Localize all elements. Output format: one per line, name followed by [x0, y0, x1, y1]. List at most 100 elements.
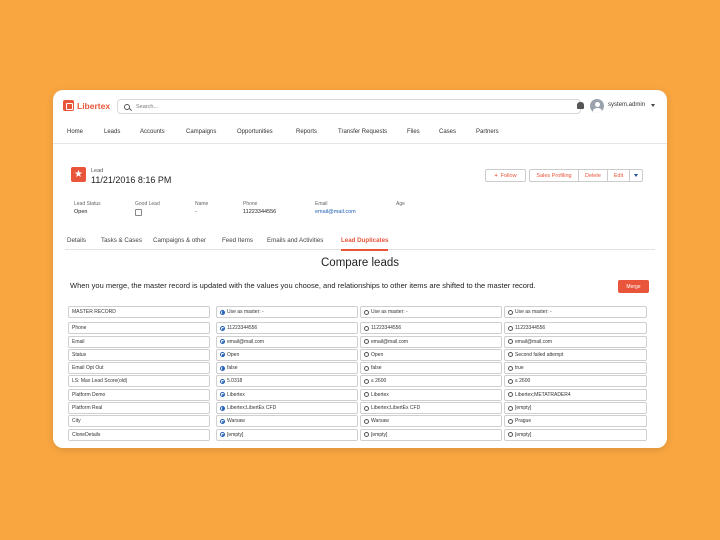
nav-item-accounts[interactable]: Accounts [140, 129, 165, 135]
radio-button[interactable] [364, 339, 369, 345]
delete-button[interactable]: Delete [578, 169, 608, 182]
radio-button[interactable] [364, 365, 369, 371]
avatar[interactable] [590, 99, 604, 113]
value-option[interactable]: ≤ 2600 [360, 375, 502, 388]
value-option[interactable]: email@mail.com [360, 335, 502, 348]
radio-button[interactable] [220, 352, 225, 358]
chevron-down-icon[interactable] [651, 104, 655, 107]
nav-item-files[interactable]: Files [407, 129, 420, 135]
value-text: Use as master: - [227, 309, 264, 315]
value-option[interactable]: email@mail.com [504, 335, 647, 348]
nav-item-reports[interactable]: Reports [296, 129, 317, 135]
radio-button[interactable] [220, 418, 225, 424]
sales-profiling-button[interactable]: Sales Profiling [529, 169, 579, 182]
value-option[interactable]: false [216, 362, 358, 375]
tab-feed-items[interactable]: Feed Items [222, 237, 253, 244]
lead-status-label: Lead Status [74, 201, 101, 207]
radio-button[interactable] [508, 309, 513, 315]
radio-button[interactable] [220, 392, 225, 398]
nav-item-opportunities[interactable]: Opportunities [237, 129, 273, 135]
phone-label: Phone [243, 201, 258, 207]
value-option[interactable]: [empty] [360, 428, 502, 441]
value-option[interactable]: true [504, 362, 647, 375]
value-option[interactable]: 11223344556 [216, 322, 358, 335]
radio-button[interactable] [508, 418, 513, 424]
radio-button[interactable] [508, 432, 513, 438]
merge-button[interactable]: Merge [618, 280, 649, 293]
radio-button[interactable] [220, 432, 225, 438]
nav-item-partners[interactable]: Partners [476, 129, 499, 135]
value-text: 11223344556 [227, 325, 258, 332]
logo[interactable]: Libertex [63, 100, 110, 111]
tab-campaigns-other[interactable]: Campaigns & other [153, 237, 206, 244]
search-input[interactable]: Search... [117, 99, 581, 114]
tab-details[interactable]: Details [67, 237, 86, 244]
radio-button[interactable] [508, 392, 513, 398]
value-option[interactable]: false [360, 362, 502, 375]
value-option[interactable]: Warsaw [216, 415, 358, 428]
value-option[interactable]: [empty] [504, 428, 647, 441]
radio-button[interactable] [364, 405, 369, 411]
nav-item-campaigns[interactable]: Campaigns [186, 129, 216, 135]
radio-button[interactable] [364, 378, 369, 384]
radio-button[interactable] [508, 365, 513, 371]
value-option[interactable]: Second failed attempt [504, 348, 647, 361]
value-option[interactable]: Open [216, 348, 358, 361]
value-text: Libertex [371, 391, 389, 398]
follow-button[interactable]: + Follow [485, 169, 526, 182]
value-option[interactable]: Libertex [360, 388, 502, 401]
radio-button[interactable] [508, 339, 513, 345]
radio-button[interactable] [220, 378, 225, 384]
field-label: Phone [68, 322, 210, 335]
user-name[interactable]: system.admin [608, 102, 645, 108]
field-label: Email Opt Out [68, 362, 210, 375]
value-option[interactable]: Libertex;LibertEx CFD [216, 402, 358, 415]
value-option[interactable]: 5.0318 [216, 375, 358, 388]
value-option[interactable]: ≤ 2600 [504, 375, 647, 388]
nav-item-transfer-requests[interactable]: Transfer Requests [338, 129, 387, 135]
radio-button[interactable] [508, 352, 513, 358]
phone-value: 11223344556 [243, 209, 277, 215]
nav-item-home[interactable]: Home [67, 129, 83, 135]
value-option[interactable]: Use as master: - [360, 306, 502, 318]
radio-button[interactable] [220, 339, 225, 345]
tab-tasks-cases[interactable]: Tasks & Cases [101, 237, 142, 244]
radio-button[interactable] [508, 378, 513, 384]
value-option[interactable]: 11223344556 [360, 322, 502, 335]
radio-button[interactable] [508, 405, 513, 411]
notification-bell-icon[interactable] [577, 102, 584, 109]
value-option[interactable]: Open [360, 348, 502, 361]
radio-button[interactable] [220, 325, 225, 331]
value-text: 11223344556 [515, 325, 546, 332]
nav-item-leads[interactable]: Leads [104, 129, 120, 135]
radio-button[interactable] [364, 309, 369, 315]
tab-emails-activities[interactable]: Emails and Activities [267, 237, 323, 244]
edit-button[interactable]: Edit [607, 169, 630, 182]
radio-button[interactable] [220, 365, 225, 371]
value-option[interactable]: email@mail.com [216, 335, 358, 348]
radio-button[interactable] [364, 418, 369, 424]
radio-button[interactable] [364, 432, 369, 438]
value-text: 11223344556 [371, 325, 402, 332]
value-option[interactable]: Prague [504, 415, 647, 428]
value-option[interactable]: 11223344556 [504, 322, 647, 335]
radio-button[interactable] [220, 309, 225, 315]
radio-button[interactable] [364, 325, 369, 331]
radio-button[interactable] [508, 325, 513, 331]
value-option[interactable]: Libertex;METATRADER4 [504, 388, 647, 401]
value-option[interactable]: Warsaw [360, 415, 502, 428]
value-option[interactable]: [empty] [504, 402, 647, 415]
good-lead-checkbox[interactable] [135, 209, 142, 216]
value-option[interactable]: Use as master: - [504, 306, 647, 318]
more-actions-dropdown[interactable] [629, 169, 643, 182]
radio-button[interactable] [364, 392, 369, 398]
nav-item-cases[interactable]: Cases [439, 129, 456, 135]
radio-button[interactable] [364, 352, 369, 358]
email-link[interactable]: email@mail.com [315, 209, 356, 215]
value-option[interactable]: Libertex [216, 388, 358, 401]
value-option[interactable]: [empty] [216, 428, 358, 441]
value-option[interactable]: Libertex;LibertEx CFD [360, 402, 502, 415]
tab-lead-duplicates[interactable]: Lead Duplicates [341, 237, 389, 251]
value-option[interactable]: Use as master: - [216, 306, 358, 318]
radio-button[interactable] [220, 405, 225, 411]
